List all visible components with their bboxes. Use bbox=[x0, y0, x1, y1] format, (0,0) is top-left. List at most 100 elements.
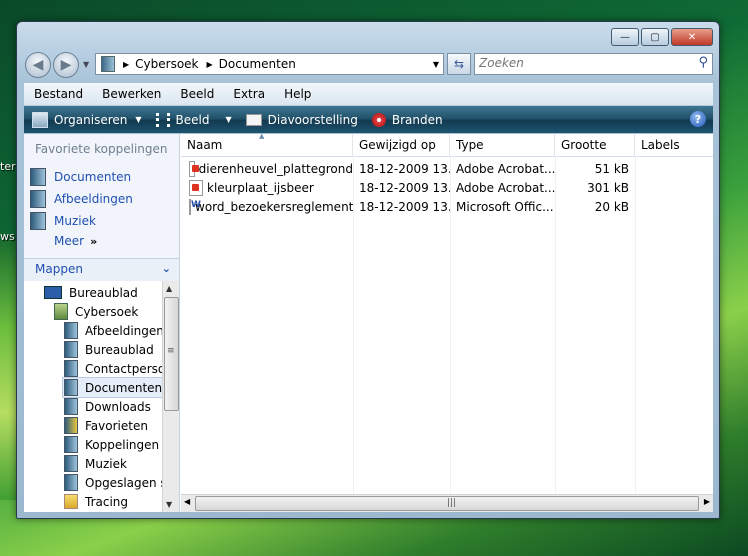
file-modified: 18-12-2009 13... bbox=[359, 199, 450, 214]
column-label: Type bbox=[456, 138, 484, 152]
tree-item-label: Opgeslagen spellen bbox=[85, 475, 164, 490]
chevron-down-icon: ▼ bbox=[135, 115, 142, 124]
double-chevron-right-icon: » bbox=[90, 235, 98, 248]
favorite-muziek[interactable]: Muziek bbox=[30, 211, 96, 231]
column-type[interactable]: Type bbox=[450, 134, 555, 156]
tree-item-label: Cybersoek bbox=[75, 304, 139, 319]
slideshow-button[interactable]: Diavoorstelling bbox=[245, 113, 358, 127]
folder-icon bbox=[64, 379, 78, 396]
tree-item-contactpersonen[interactable]: Contactpersonen bbox=[64, 359, 164, 378]
close-button[interactable]: ✕ bbox=[671, 28, 713, 46]
folder-tree: Bureaublad Cybersoek Afbeeldingen Bureau… bbox=[24, 281, 164, 512]
file-name-cell: word_bezoekersreglement bbox=[181, 197, 353, 216]
scroll-left-icon[interactable]: ◀ bbox=[184, 497, 190, 506]
refresh-button[interactable]: ⇆ bbox=[447, 53, 471, 75]
help-icon[interactable]: ? bbox=[690, 111, 706, 127]
column-grootte[interactable]: Grootte bbox=[555, 134, 635, 156]
scroll-right-icon[interactable]: ▶ bbox=[704, 497, 710, 506]
slideshow-icon bbox=[245, 113, 262, 126]
burn-disc-icon bbox=[371, 112, 386, 127]
more-favorites-link[interactable]: Meer » bbox=[54, 234, 97, 248]
scroll-up-icon[interactable]: ▲ bbox=[166, 284, 172, 293]
tree-item-tracing[interactable]: Tracing bbox=[64, 492, 128, 511]
menu-bewerken[interactable]: Bewerken bbox=[92, 87, 170, 101]
tree-item-koppelingen[interactable]: Koppelingen bbox=[64, 435, 159, 454]
pdf-icon bbox=[189, 160, 199, 177]
tree-item-label: Contactpersonen bbox=[85, 361, 164, 376]
tree-item-label: Muziek bbox=[85, 456, 127, 471]
file-modified: 18-12-2009 13... bbox=[359, 161, 450, 176]
caption-buttons: — ▢ ✕ bbox=[611, 28, 713, 46]
tree-item-cybersoek[interactable]: Cybersoek bbox=[54, 302, 138, 321]
folder-icon bbox=[64, 360, 78, 377]
scrollbar-thumb[interactable]: ||| bbox=[195, 496, 699, 511]
forward-button[interactable]: ▶ bbox=[53, 52, 79, 78]
address-bar[interactable]: ▶ Cybersoek ▶ Documenten ▼ bbox=[95, 53, 444, 75]
breadcrumb-cybersoek[interactable]: Cybersoek bbox=[135, 57, 198, 71]
file-list-horizontal-scrollbar[interactable]: ◀ ||| ▶ bbox=[181, 494, 713, 512]
favorites-folder-icon bbox=[64, 417, 78, 434]
view-button[interactable]: Beeld ▼ bbox=[155, 112, 232, 127]
column-naam[interactable]: ▲ Naam bbox=[181, 132, 353, 156]
address-dropdown-icon[interactable]: ▼ bbox=[433, 60, 439, 69]
refresh-icon: ⇆ bbox=[453, 57, 465, 71]
tree-item-muziek[interactable]: Muziek bbox=[64, 454, 127, 473]
recent-pages-dropdown[interactable]: ▼ bbox=[83, 60, 89, 69]
search-icon[interactable]: ⚲ bbox=[698, 55, 708, 70]
burn-button[interactable]: Branden bbox=[371, 112, 443, 127]
breadcrumb-separator[interactable]: ▶ bbox=[123, 60, 129, 69]
pdf-icon bbox=[189, 179, 203, 196]
folder-icon bbox=[64, 341, 78, 358]
scroll-down-icon[interactable]: ▼ bbox=[166, 500, 172, 509]
maximize-button[interactable]: ▢ bbox=[641, 28, 669, 46]
favorites-title: Favoriete koppelingen bbox=[35, 142, 168, 156]
sort-ascending-icon: ▲ bbox=[259, 132, 265, 140]
yellow-folder-icon bbox=[64, 494, 78, 509]
documents-library-icon bbox=[30, 168, 46, 186]
tree-item-label: Bureaublad bbox=[85, 342, 154, 357]
tree-item-downloads[interactable]: Downloads bbox=[64, 397, 151, 416]
column-label: Labels bbox=[641, 138, 680, 152]
file-name: kleurplaat_ijsbeer bbox=[207, 180, 314, 195]
search-input[interactable] bbox=[479, 56, 679, 70]
favorite-afbeeldingen[interactable]: Afbeeldingen bbox=[30, 189, 133, 209]
minimize-button[interactable]: — bbox=[611, 28, 639, 46]
column-label: Naam bbox=[187, 138, 223, 152]
column-gewijzigd-op[interactable]: Gewijzigd op bbox=[353, 134, 450, 156]
tree-item-bureaublad[interactable]: Bureaublad bbox=[44, 283, 138, 302]
file-row[interactable]: kleurplaat_ijsbeer 18-12-2009 13... Adob… bbox=[181, 178, 713, 197]
file-row[interactable]: word_bezoekersreglement 18-12-2009 13...… bbox=[181, 197, 713, 216]
menu-bestand[interactable]: Bestand bbox=[24, 87, 92, 101]
desktop-icon bbox=[44, 286, 62, 299]
folder-tree-scrollbar[interactable]: ▲ ≡ ▼ bbox=[162, 281, 179, 512]
user-folder-icon bbox=[54, 303, 68, 320]
tree-item-label: Favorieten bbox=[85, 418, 148, 433]
folders-header[interactable]: Mappen ⌄ bbox=[24, 258, 179, 282]
file-name: dierenheuvel_plattegrond bbox=[198, 161, 353, 176]
tree-item-favorieten[interactable]: Favorieten bbox=[64, 416, 148, 435]
desktop-icon-label[interactable]: ter bbox=[0, 160, 16, 173]
tree-item-opgeslagen-spellen[interactable]: Opgeslagen spellen bbox=[64, 473, 164, 492]
favorite-documenten[interactable]: Documenten bbox=[30, 167, 131, 187]
chevron-down-icon[interactable]: ⌄ bbox=[162, 262, 171, 275]
menu-extra[interactable]: Extra bbox=[223, 87, 274, 101]
tree-item-bureaublad-user[interactable]: Bureaublad bbox=[64, 340, 154, 359]
file-row[interactable]: dierenheuvel_plattegrond 18-12-2009 13..… bbox=[181, 159, 713, 178]
organize-label: Organiseren bbox=[54, 112, 128, 127]
back-button[interactable]: ◀ bbox=[25, 52, 51, 78]
scrollbar-thumb[interactable]: ≡ bbox=[164, 297, 179, 411]
column-labels[interactable]: Labels bbox=[635, 134, 713, 156]
menu-help[interactable]: Help bbox=[274, 87, 320, 101]
search-box[interactable]: ⚲ bbox=[474, 53, 713, 75]
chevron-down-icon: ▼ bbox=[225, 115, 232, 124]
desktop-icon-label[interactable]: ws bbox=[0, 230, 15, 243]
tree-item-afbeeldingen[interactable]: Afbeeldingen bbox=[64, 321, 164, 340]
breadcrumb-documenten[interactable]: Documenten bbox=[219, 57, 296, 71]
music-folder-icon bbox=[64, 455, 78, 472]
organize-button[interactable]: Organiseren ▼ bbox=[32, 111, 142, 128]
navigation-row: ◀ ▶ ▼ ▶ Cybersoek ▶ Documenten ▼ ⇆ ⚲ bbox=[23, 50, 713, 80]
burn-label: Branden bbox=[391, 112, 443, 127]
breadcrumb-separator[interactable]: ▶ bbox=[207, 60, 213, 69]
menu-beeld[interactable]: Beeld bbox=[170, 87, 223, 101]
tree-item-documenten[interactable]: Documenten bbox=[62, 377, 164, 398]
